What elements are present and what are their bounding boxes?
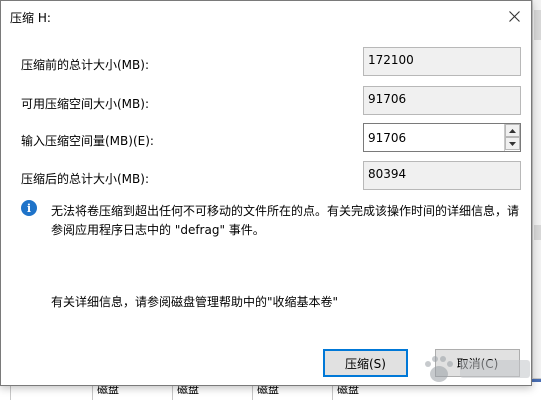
total-after-label: 压缩后的总计大小(MB): <box>21 172 149 186</box>
spin-up-button[interactable] <box>505 124 520 137</box>
close-icon <box>508 11 520 22</box>
background-scrollbar[interactable] <box>532 0 541 400</box>
info-icon: i <box>21 200 37 216</box>
total-before-label: 压缩前的总计大小(MB): <box>21 58 149 72</box>
scrollbar-thumb[interactable] <box>534 225 541 240</box>
title-bar: 压缩 H: <box>1 1 531 32</box>
total-after-value: 80394 <box>363 161 521 190</box>
chevron-up-icon <box>509 128 516 133</box>
close-button[interactable] <box>497 1 531 32</box>
info-message: 无法将卷压缩到超出任何不可移动的文件所在的点。有关完成该操作时间的详细信息，请参… <box>51 204 520 237</box>
shrink-amount-stepper[interactable] <box>363 123 521 152</box>
cancel-button[interactable]: 取消(C) <box>435 349 520 377</box>
dialog-title: 压缩 H: <box>10 11 51 25</box>
available-space-label: 可用压缩空间大小(MB): <box>21 97 149 111</box>
available-space-value: 91706 <box>363 86 521 115</box>
spin-down-button[interactable] <box>505 137 520 150</box>
total-before-value: 172100 <box>363 47 521 76</box>
help-message: 有关详细信息，请参阅磁盘管理帮助中的"收缩基本卷" <box>51 295 339 309</box>
shrink-dialog: 压缩 H: 压缩前的总计大小(MB): 172100 可用压缩空间大小(MB):… <box>0 0 532 386</box>
spin-buttons <box>504 124 520 151</box>
shrink-amount-input[interactable] <box>364 124 504 151</box>
shrink-button[interactable]: 压缩(S) <box>323 349 408 377</box>
chevron-down-icon <box>509 141 516 146</box>
scrollbar-thumb[interactable] <box>534 10 541 40</box>
shrink-amount-label: 输入压缩空间量(MB)(E): <box>21 134 154 148</box>
